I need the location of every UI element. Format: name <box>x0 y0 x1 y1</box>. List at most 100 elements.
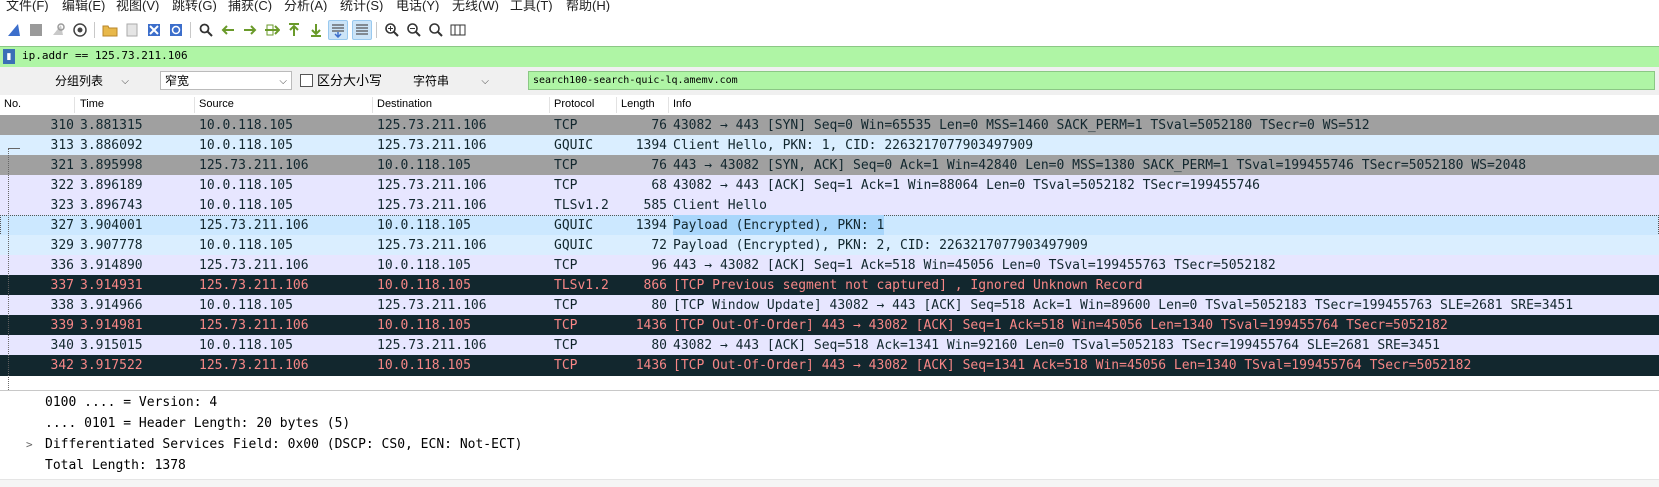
column-header-protocol[interactable]: Protocol <box>554 98 594 110</box>
zoom-in-icon[interactable] <box>382 20 402 40</box>
column-header-time[interactable]: Time <box>80 98 104 110</box>
reload-icon[interactable] <box>166 20 186 40</box>
packet-cell-info: 43082 → 443 [ACK] Seq=1 Ack=1 Win=88064 … <box>673 178 1260 193</box>
resize-columns-icon[interactable] <box>448 20 468 40</box>
packet-cell-dst: 125.73.211.106 <box>377 338 487 353</box>
packet-cell-info: Client Hello, PKN: 1, CID: 2263217077903… <box>673 138 1034 153</box>
menu-go[interactable]: 跳转(G) <box>172 0 217 12</box>
autoscroll-icon[interactable] <box>328 20 348 40</box>
column-header-no[interactable]: No. <box>4 98 21 110</box>
packet-row[interactable]: 342 3.917522 125.73.211.106 10.0.118.105 TCP… <box>0 355 1659 376</box>
packet-list[interactable]: No. Time Source Destination Protocol Len… <box>0 95 1659 389</box>
packet-cell-src: 10.0.118.105 <box>199 198 293 213</box>
packet-cell-no: 336 <box>50 258 74 273</box>
packet-cell-info: Payload (Encrypted), PKN: 2, CID: 226321… <box>673 238 1088 253</box>
packet-row[interactable]: 322 3.896189 10.0.118.105 125.73.211.106 TCP… <box>0 175 1659 196</box>
packet-cell-src: 10.0.118.105 <box>199 138 293 153</box>
packet-row[interactable]: 310 3.881315 10.0.118.105 125.73.211.106 TCP… <box>0 115 1659 136</box>
packet-row[interactable]: 339 3.914981 125.73.211.106 10.0.118.105 TCP… <box>0 315 1659 336</box>
packet-cell-proto: TCP <box>554 298 578 313</box>
detail-line-version[interactable]: 0100 .... = Version: 4 <box>45 392 217 413</box>
colorize-icon[interactable] <box>352 20 372 40</box>
capture-options-icon[interactable] <box>70 20 90 40</box>
detail-line-total-length[interactable]: Total Length: 1378 <box>45 455 186 476</box>
open-folder-icon[interactable] <box>100 20 120 40</box>
packet-details-pane[interactable]: 0100 .... = Version: 4 .... 0101 = Heade… <box>0 390 1659 487</box>
menu-help[interactable]: 帮助(H) <box>566 0 610 12</box>
menu-wireless[interactable]: 无线(W) <box>452 0 499 12</box>
display-filter-bar[interactable]: ▮ ip.addr == 125.73.211.106 <box>0 46 1659 68</box>
main-toolbar <box>0 14 1659 47</box>
packet-cell-proto: TCP <box>554 358 578 373</box>
go-last-icon[interactable] <box>306 20 326 40</box>
packet-row[interactable]: 313 3.886092 10.0.118.105 125.73.211.106 GQU… <box>0 135 1659 156</box>
packet-cell-proto: GQUIC <box>554 238 594 253</box>
menu-statistics[interactable]: 统计(S) <box>340 0 383 12</box>
menu-bar: 文件(F) 编辑(E) 视图(V) 跳转(G) 捕获(C) 分析(A) 统计(S… <box>0 0 1659 12</box>
packet-cell-no: 322 <box>50 178 74 193</box>
case-sensitive-checkbox[interactable] <box>300 74 313 87</box>
detail-line-dsfield[interactable]: Differentiated Services Field: 0x00 (DSC… <box>45 434 522 455</box>
packet-cell-dst: 10.0.118.105 <box>377 218 471 233</box>
go-forward-icon[interactable] <box>240 20 260 40</box>
detail-line-header-length[interactable]: .... 0101 = Header Length: 20 bytes (5) <box>45 413 350 434</box>
restart-icon[interactable] <box>48 20 68 40</box>
find-string-input[interactable]: search100-search-quic-lq.amemv.com <box>528 71 1655 90</box>
case-sensitive-label: 区分大小写 <box>317 73 383 88</box>
menu-capture[interactable]: 捕获(C) <box>228 0 272 12</box>
menu-analyze[interactable]: 分析(A) <box>284 0 327 12</box>
packet-cell-no: 339 <box>50 318 74 333</box>
packet-row[interactable]: 337 3.914931 125.73.211.106 10.0.118.105 TLS… <box>0 275 1659 296</box>
packet-cell-proto: TCP <box>554 338 578 353</box>
menu-tools[interactable]: 工具(T) <box>510 0 553 12</box>
chevron-down-icon: ⌵ <box>279 76 287 87</box>
go-to-packet-icon[interactable] <box>262 20 282 40</box>
zoom-out-icon[interactable] <box>404 20 424 40</box>
find-icon[interactable] <box>196 20 216 40</box>
packet-cell-len: 1436 <box>635 318 667 333</box>
packet-cell-len: 72 <box>651 238 667 253</box>
go-first-icon[interactable] <box>284 20 304 40</box>
packet-row[interactable]: 321 3.895998 125.73.211.106 10.0.118.105 TCP… <box>0 155 1659 176</box>
search-in-select[interactable]: 分组列表 ⌵ <box>50 71 134 90</box>
packet-row[interactable]: 327 3.904001 125.73.211.106 10.0.118.105 GQU… <box>0 215 1659 236</box>
file-icon[interactable] <box>122 20 142 40</box>
column-header-length[interactable]: Length <box>621 98 655 110</box>
menu-file[interactable]: 文件(F) <box>6 0 49 12</box>
expand-arrow-icon[interactable]: > <box>26 434 33 455</box>
menu-telephony[interactable]: 电话(Y) <box>396 0 439 12</box>
packet-cell-no: 327 <box>50 218 74 233</box>
charset-select[interactable]: 窄宽 ⌵ <box>160 71 292 90</box>
packet-cell-src: 10.0.118.105 <box>199 298 293 313</box>
packet-cell-info: 43082 → 443 [SYN] Seq=0 Win=65535 Len=0 … <box>673 118 1370 133</box>
zoom-normal-icon[interactable] <box>426 20 446 40</box>
packet-cell-src: 125.73.211.106 <box>199 258 309 273</box>
column-header-info[interactable]: Info <box>673 98 691 110</box>
packet-cell-no: 321 <box>50 158 74 173</box>
packet-cell-src: 10.0.118.105 <box>199 238 293 253</box>
column-header-source[interactable]: Source <box>199 98 234 110</box>
packet-cell-no: 340 <box>50 338 74 353</box>
packet-cell-proto: TCP <box>554 318 578 333</box>
stop-icon[interactable] <box>26 20 46 40</box>
packet-cell-time: 3.886092 <box>80 138 143 153</box>
packet-cell-info: [TCP Window Update] 43082 → 443 [ACK] Se… <box>673 298 1574 313</box>
display-filter-input[interactable]: ip.addr == 125.73.211.106 <box>22 49 188 62</box>
packet-cell-no: 338 <box>50 298 74 313</box>
search-in-value: 分组列表 <box>55 74 104 88</box>
menu-edit[interactable]: 编辑(E) <box>62 0 105 12</box>
packet-cell-info: 443 → 43082 [ACK] Seq=1 Ack=518 Win=4505… <box>673 258 1276 273</box>
packet-row[interactable]: 329 3.907778 10.0.118.105 125.73.211.106 GQU… <box>0 235 1659 256</box>
packet-row[interactable]: 338 3.914966 10.0.118.105 125.73.211.106 TCP… <box>0 295 1659 316</box>
packet-row[interactable]: 336 3.914890 125.73.211.106 10.0.118.105 TCP… <box>0 255 1659 276</box>
go-back-icon[interactable] <box>218 20 238 40</box>
menu-view[interactable]: 视图(V) <box>116 0 159 12</box>
shark-fin-start-icon[interactable] <box>4 20 24 40</box>
column-header-destination[interactable]: Destination <box>377 98 432 110</box>
search-type-select[interactable]: 字符串 ⌵ <box>408 71 494 90</box>
packet-row[interactable]: 340 3.915015 10.0.118.105 125.73.211.106 TCP… <box>0 335 1659 356</box>
close-file-icon[interactable] <box>144 20 164 40</box>
filter-bookmark-icon[interactable]: ▮ <box>3 49 15 64</box>
packet-cell-len: 68 <box>651 178 667 193</box>
packet-row[interactable]: 323 3.896743 10.0.118.105 125.73.211.106 TLS… <box>0 195 1659 216</box>
